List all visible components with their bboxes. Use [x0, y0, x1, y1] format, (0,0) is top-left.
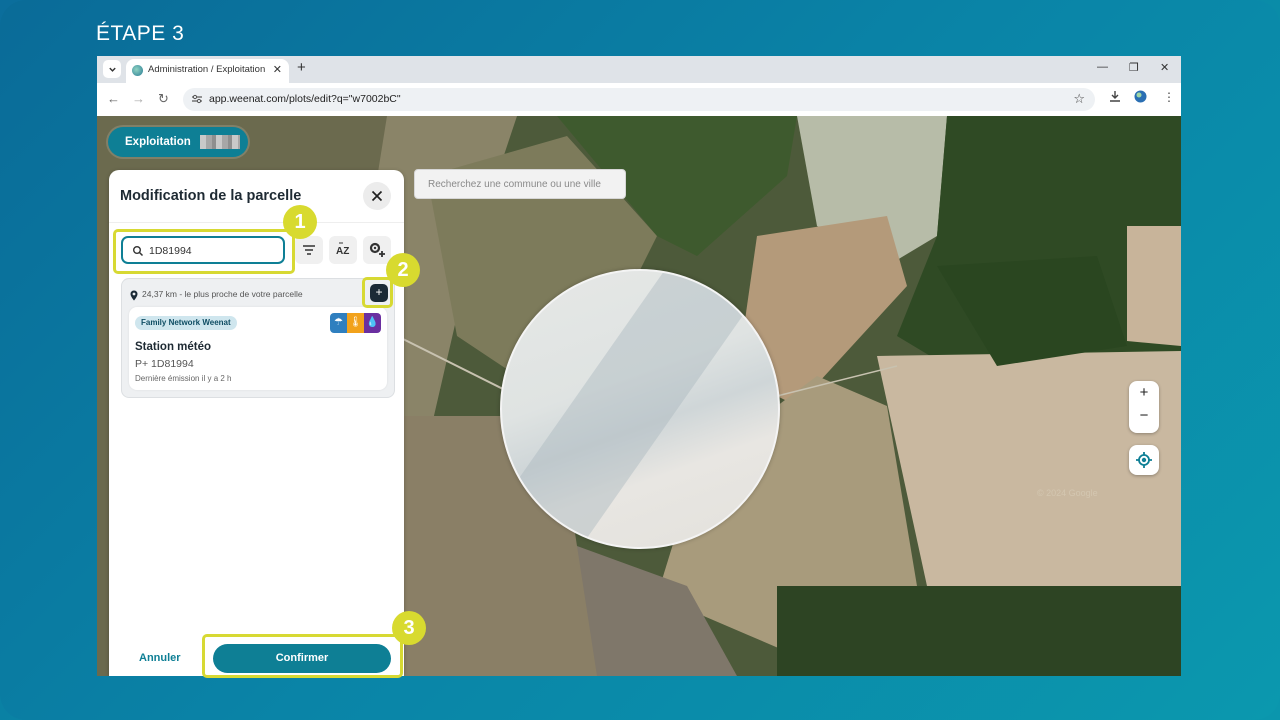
locate-button[interactable]	[1129, 445, 1159, 475]
restore-icon[interactable]: ❐	[1129, 61, 1139, 74]
thermometer-icon: 🌡	[347, 313, 364, 333]
step-badge-3: 3	[392, 611, 426, 645]
window-close-icon[interactable]: ✕	[1160, 61, 1169, 74]
download-icon[interactable]	[1109, 90, 1121, 106]
site-info-icon[interactable]	[191, 93, 203, 105]
new-tab-button[interactable]: +	[297, 60, 306, 75]
highlight-add-station	[362, 277, 393, 308]
map-viewport[interactable]: © 2024 Google Exploitation Recherchez un…	[97, 116, 1181, 676]
step-badge-2: 2	[386, 253, 420, 287]
svg-text:AZ: AZ	[336, 246, 349, 257]
city-search-placeholder: Recherchez une commune ou une ville	[428, 179, 601, 190]
zoom-out-button[interactable]: −	[1129, 407, 1159, 424]
locate-icon	[1136, 452, 1152, 468]
url-text: app.weenat.com/plots/edit?q="w7002bC"	[209, 93, 401, 105]
bookmark-star-icon[interactable]: ☆	[1073, 91, 1085, 107]
chevron-down-icon	[108, 67, 116, 72]
cancel-button[interactable]: Annuler	[139, 652, 181, 664]
last-emission: Dernière émission il y a 2 h	[135, 374, 232, 383]
sensor-icons: ☂ 🌡 💧	[330, 313, 382, 333]
station-result: 24,37 km - le plus proche de votre parce…	[121, 278, 395, 398]
filter-icon	[303, 245, 315, 255]
panel-title: Modification de la parcelle	[120, 188, 302, 204]
browser-toolbar: ← → ↻ app.weenat.com/plots/edit?q="w7002…	[97, 83, 1181, 116]
step-title: ÉTAPE 3	[96, 22, 185, 45]
redacted-name	[200, 135, 240, 149]
browser-tab[interactable]: Administration / Exploitation Sa ✕	[126, 59, 289, 83]
reload-icon[interactable]: ↻	[158, 91, 169, 107]
filter-button[interactable]	[295, 236, 323, 264]
close-panel-button[interactable]	[363, 182, 391, 210]
favicon-icon	[132, 65, 143, 76]
humidity-icon: 💧	[364, 313, 381, 333]
highlight-search	[113, 229, 295, 274]
zoom-in-button[interactable]: +	[1129, 384, 1159, 401]
address-bar[interactable]: app.weenat.com/plots/edit?q="w7002bC" ☆	[183, 88, 1095, 111]
add-device-button[interactable]	[363, 236, 391, 264]
device-add-icon	[369, 242, 385, 257]
more-menu-icon[interactable]: ⋮	[1163, 90, 1175, 104]
city-search-input[interactable]: Recherchez une commune ou une ville	[414, 169, 626, 199]
tab-search-button[interactable]	[103, 60, 121, 78]
tab-close-icon[interactable]: ✕	[273, 63, 282, 76]
sort-az-button[interactable]: AZ	[329, 236, 357, 264]
forward-icon[interactable]: →	[132, 91, 145, 106]
rain-gauge-icon: ☂	[330, 313, 347, 333]
highlight-confirm	[202, 634, 403, 678]
distance-text: 24,37 km - le plus proche de votre parce…	[142, 289, 303, 299]
back-icon[interactable]: ←	[107, 91, 120, 106]
station-name: Station météo	[135, 341, 212, 353]
map-magnifier-circle	[500, 269, 780, 549]
profile-avatar-icon[interactable]	[1134, 90, 1147, 106]
tab-bar: Administration / Exploitation Sa ✕ + — ❐…	[97, 56, 1181, 83]
exploitation-chip[interactable]: Exploitation	[108, 127, 248, 157]
svg-text:© 2024 Google: © 2024 Google	[1037, 488, 1098, 498]
station-card[interactable]: Family Network Weenat ☂ 🌡 💧 Station mété…	[129, 307, 387, 390]
step-badge-1: 1	[283, 205, 317, 239]
tab-title: Administration / Exploitation Sa	[148, 64, 266, 75]
browser-window: Administration / Exploitation Sa ✕ + — ❐…	[97, 56, 1181, 676]
station-id: P+ 1D81994	[135, 358, 194, 370]
minimize-icon[interactable]: —	[1097, 61, 1108, 73]
zoom-controls: + −	[1129, 381, 1159, 433]
exploitation-label: Exploitation	[125, 136, 191, 148]
network-tag: Family Network Weenat	[135, 316, 237, 330]
location-pin-icon	[130, 288, 138, 301]
close-icon	[371, 190, 383, 202]
sort-az-icon: AZ	[336, 242, 349, 257]
